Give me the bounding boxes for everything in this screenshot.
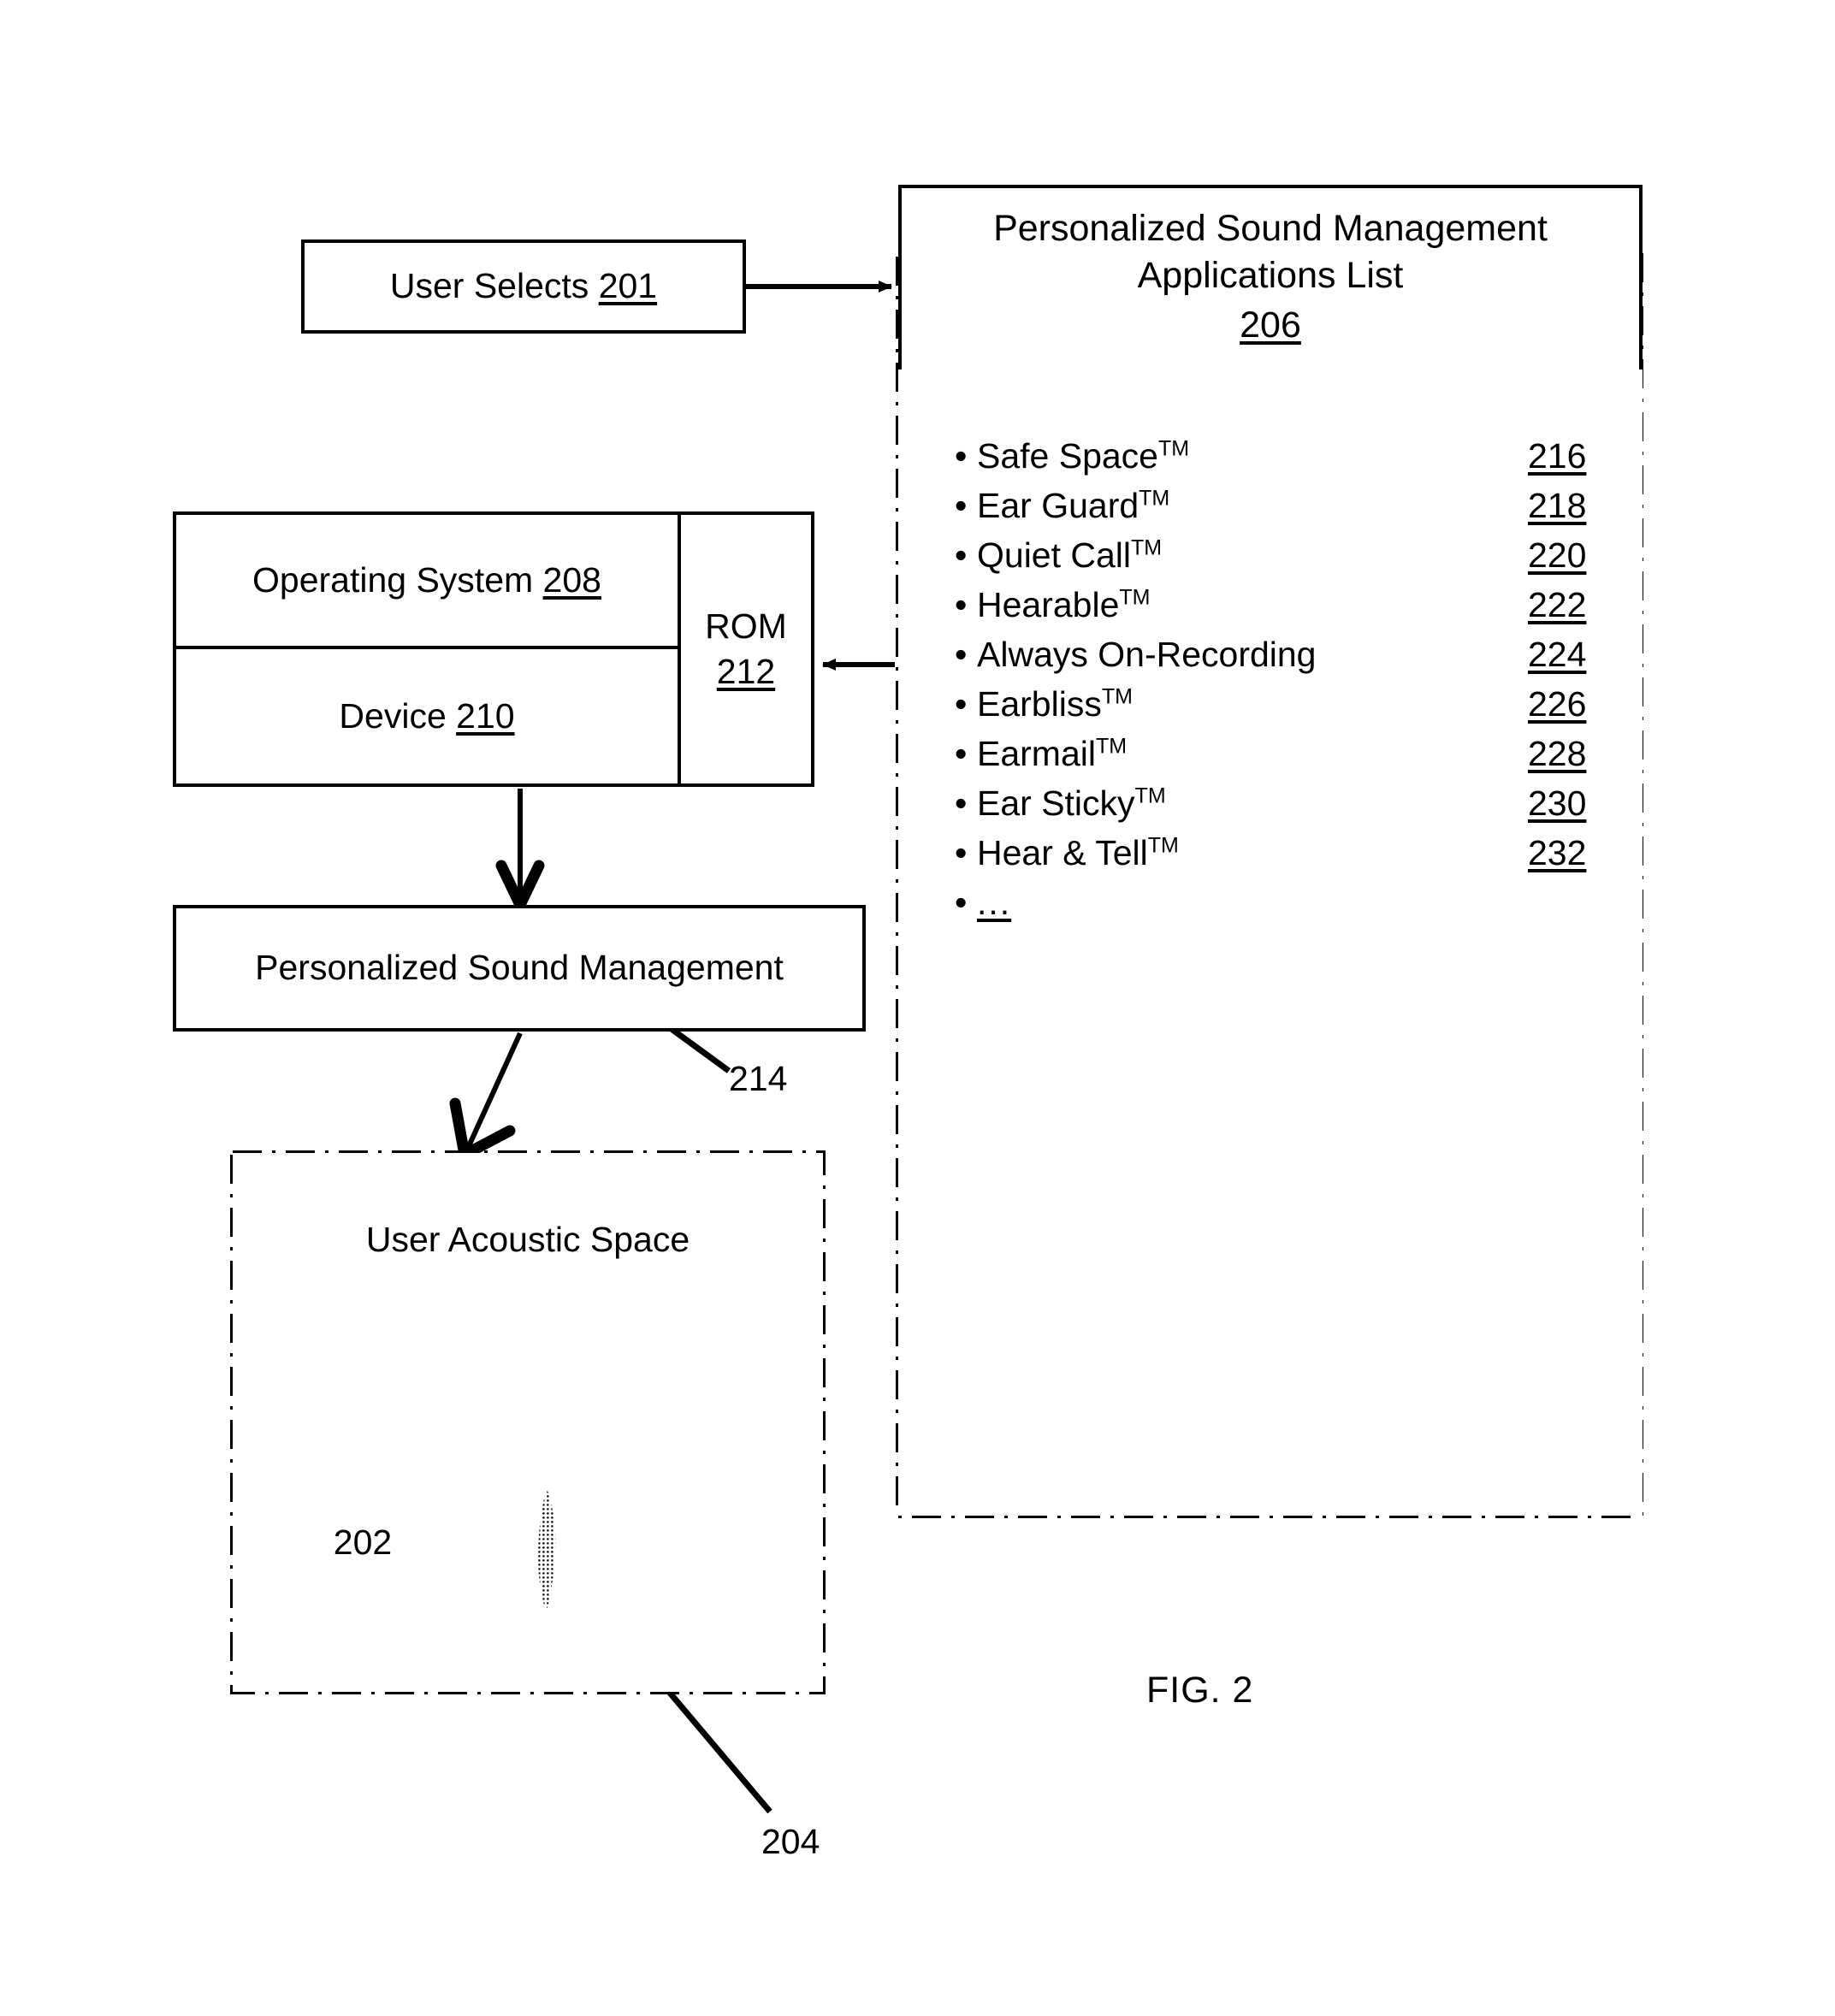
bullet-icon: • bbox=[955, 684, 968, 724]
application-ref: 224 bbox=[1528, 635, 1587, 674]
application-name: Hear & TellTM bbox=[977, 833, 1179, 872]
trademark-mark: TM bbox=[1134, 783, 1166, 808]
list-item: • EarmailTM 228 bbox=[955, 734, 1631, 783]
bullet-icon: • bbox=[955, 486, 968, 525]
user-acoustic-space-label: User Acoustic Space bbox=[365, 1220, 690, 1259]
list-item: • Safe SpaceTM 216 bbox=[955, 436, 1631, 486]
list-item: • HearableTM 222 bbox=[955, 585, 1631, 635]
applications-list-panel: • Safe SpaceTM 216 • Ear GuardTM 218 • Q… bbox=[898, 370, 1643, 1516]
rom-cell: ROM 212 bbox=[681, 515, 811, 783]
application-ref: 216 bbox=[1528, 436, 1587, 476]
list-item: • Ear GuardTM 218 bbox=[955, 486, 1631, 535]
trademark-mark: TM bbox=[1095, 734, 1128, 759]
applications-header-ref: 206 bbox=[1240, 304, 1301, 346]
reference-label-204: 204 bbox=[761, 1822, 820, 1861]
device-ref: 210 bbox=[456, 695, 515, 736]
device-label: Device 210 bbox=[339, 695, 515, 736]
application-ref: 218 bbox=[1528, 486, 1587, 525]
applications-list-header-box: Personalized Sound Management Applicatio… bbox=[898, 185, 1643, 373]
ellipsis-label: ... bbox=[977, 883, 1012, 922]
application-name: Safe SpaceTM bbox=[977, 436, 1190, 476]
bullet-icon: • bbox=[955, 585, 968, 624]
trademark-mark: TM bbox=[1101, 684, 1133, 709]
list-item: • Always On-Recording 224 bbox=[955, 635, 1631, 684]
leader-line-204 bbox=[666, 1689, 772, 1814]
device-cell: Device 210 bbox=[176, 649, 678, 783]
user-acoustic-space: User Acoustic Space 202 bbox=[233, 1153, 823, 1692]
application-ref: 226 bbox=[1528, 684, 1587, 724]
application-name: EarblissTM bbox=[977, 684, 1133, 724]
trademark-mark: TM bbox=[1119, 585, 1151, 610]
application-name: Quiet CallTM bbox=[977, 535, 1163, 575]
application-name: Ear StickyTM bbox=[977, 783, 1166, 823]
arrow-device-to-psm bbox=[495, 789, 545, 911]
applications-list-header-text: Personalized Sound Management Applicatio… bbox=[993, 205, 1548, 352]
bullet-icon: • bbox=[955, 635, 968, 674]
figure-caption: FIG. 2 bbox=[1146, 1670, 1254, 1711]
bullet-icon: • bbox=[955, 783, 968, 823]
psm-label: Personalized Sound Management bbox=[255, 948, 784, 988]
user-selects-label: User Selects 201 bbox=[389, 266, 658, 306]
list-item-ellipsis: • ... bbox=[955, 883, 1631, 932]
bullet-icon: • bbox=[955, 535, 968, 575]
bullet-icon: • bbox=[955, 734, 968, 773]
reference-label-214: 214 bbox=[729, 1059, 788, 1098]
patent-figure-2: User Selects 201 Operating System 208 De… bbox=[0, 0, 1835, 2016]
bullet-icon: • bbox=[955, 883, 968, 922]
operating-system-ref: 208 bbox=[542, 559, 601, 600]
trademark-mark: TM bbox=[1139, 486, 1170, 511]
system-left-column: Operating System 208 Device 210 bbox=[176, 515, 681, 783]
operating-system-label: Operating System 208 bbox=[252, 559, 601, 600]
trademark-mark: TM bbox=[1131, 535, 1163, 560]
leader-line-214 bbox=[663, 1022, 731, 1073]
list-item: • Ear StickyTM 230 bbox=[955, 783, 1631, 833]
application-ref: 222 bbox=[1528, 585, 1587, 624]
application-ref: 232 bbox=[1528, 833, 1587, 872]
user-selects-ref: 201 bbox=[598, 266, 658, 306]
trademark-mark: TM bbox=[1158, 436, 1190, 461]
applications-header-line1: Personalized Sound Management bbox=[993, 208, 1548, 250]
system-block: Operating System 208 Device 210 ROM 212 bbox=[173, 511, 814, 787]
rom-ref: 212 bbox=[716, 652, 776, 691]
list-item: • Hear & TellTM 232 bbox=[955, 833, 1631, 883]
rom-label: ROM bbox=[705, 606, 787, 646]
user-selects-box: User Selects 201 bbox=[301, 239, 746, 334]
application-name: Ear GuardTM bbox=[977, 486, 1170, 525]
operating-system-cell: Operating System 208 bbox=[176, 515, 678, 649]
personalized-sound-management-box: Personalized Sound Management bbox=[173, 905, 866, 1032]
application-name: HearableTM bbox=[977, 585, 1151, 624]
bullet-icon: • bbox=[955, 436, 968, 476]
application-ref: 228 bbox=[1528, 734, 1587, 773]
application-ref: 230 bbox=[1528, 783, 1587, 823]
arrow-psm-to-acoustic bbox=[449, 1032, 523, 1161]
bullet-icon: • bbox=[955, 833, 968, 872]
sound-blob-icon bbox=[537, 1488, 556, 1613]
application-name: EarmailTM bbox=[977, 734, 1128, 773]
applications-list: • Safe SpaceTM 216 • Ear GuardTM 218 • Q… bbox=[955, 436, 1631, 932]
user-acoustic-space-ref: 202 bbox=[333, 1522, 393, 1562]
application-ref: 220 bbox=[1528, 535, 1587, 575]
applications-header-line2: Applications List bbox=[1137, 255, 1404, 297]
list-item: • EarblissTM 226 bbox=[955, 684, 1631, 734]
application-name: Always On-Recording bbox=[977, 635, 1317, 674]
list-item: • Quiet CallTM 220 bbox=[955, 535, 1631, 585]
trademark-mark: TM bbox=[1147, 833, 1179, 858]
